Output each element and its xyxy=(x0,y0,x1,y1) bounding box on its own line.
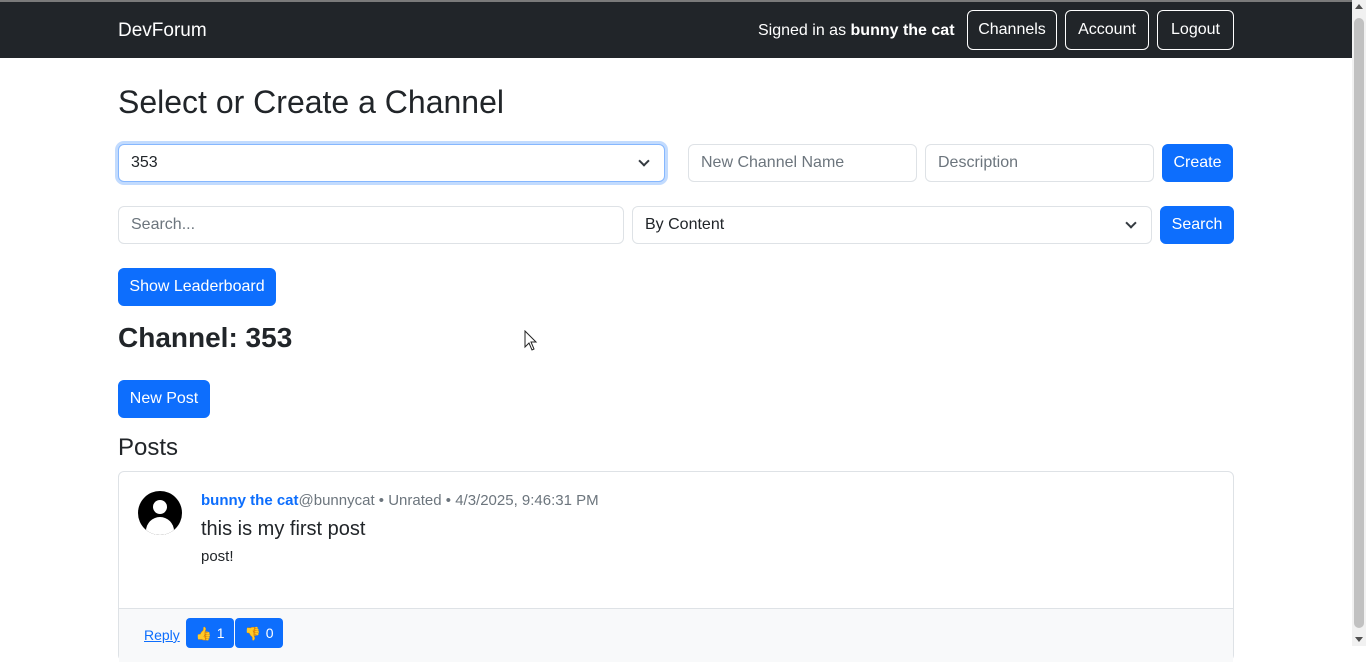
post-card: bunny the cat@bunnycat • Unrated • 4/3/2… xyxy=(118,471,1234,662)
post-body: post! xyxy=(201,548,234,565)
search-mode-value: By Content xyxy=(645,216,725,233)
page-scrollbar[interactable] xyxy=(1352,0,1366,646)
logout-button[interactable]: Logout xyxy=(1157,10,1234,50)
search-mode-select[interactable]: By Content xyxy=(632,206,1152,244)
new-channel-name-input[interactable] xyxy=(688,144,917,182)
user-circle-icon xyxy=(138,491,182,535)
post-title: this is my first post xyxy=(201,518,366,540)
dislike-button[interactable]: 👎 0 xyxy=(235,618,283,648)
account-button[interactable]: Account xyxy=(1065,10,1149,50)
signed-in-status: Signed in as bunny the cat xyxy=(758,22,955,40)
posts-heading: Posts xyxy=(118,434,179,461)
reply-link[interactable]: Reply xyxy=(144,627,180,643)
post-rating: Unrated xyxy=(388,492,442,509)
signed-in-prefix: Signed in as xyxy=(758,22,851,39)
post-timestamp: 4/3/2025, 9:46:31 PM xyxy=(455,492,599,509)
post-meta: bunny the cat@bunnycat • Unrated • 4/3/2… xyxy=(201,492,599,509)
navbar: DevForum Signed in as bunny the cat Chan… xyxy=(0,0,1352,58)
dislike-count: 0 xyxy=(265,625,274,641)
channel-heading: Channel: 353 xyxy=(118,322,293,353)
show-leaderboard-button[interactable]: Show Leaderboard xyxy=(118,268,276,306)
signed-in-username: bunny the cat xyxy=(850,22,955,39)
search-button[interactable]: Search xyxy=(1160,206,1234,244)
scroll-thumb[interactable] xyxy=(1354,18,1364,628)
channel-description-input[interactable] xyxy=(925,144,1154,182)
chevron-down-icon xyxy=(638,155,650,167)
page-title: Select or Create a Channel xyxy=(118,84,504,120)
like-count: 1 xyxy=(216,625,225,641)
search-input[interactable] xyxy=(118,206,624,244)
scroll-down-icon[interactable] xyxy=(1355,637,1363,642)
channel-select[interactable]: 353 xyxy=(118,144,665,182)
new-post-button[interactable]: New Post xyxy=(118,380,210,418)
scroll-up-icon[interactable] xyxy=(1355,4,1363,9)
brand-logo[interactable]: DevForum xyxy=(118,20,207,42)
mouse-cursor-icon xyxy=(524,330,538,351)
channel-select-value: 353 xyxy=(131,154,158,171)
thumbs-down-icon: 👎 xyxy=(244,626,261,641)
like-button[interactable]: 👍 1 xyxy=(186,618,234,648)
post-author-link[interactable]: bunny the cat xyxy=(201,492,299,509)
post-handle: @bunnycat xyxy=(298,492,375,509)
chevron-down-icon xyxy=(1125,217,1137,229)
create-channel-button[interactable]: Create xyxy=(1162,144,1233,182)
thumbs-up-icon: 👍 xyxy=(195,626,212,641)
channels-button[interactable]: Channels xyxy=(967,10,1057,50)
post-footer: Reply 👍 1 👎 0 xyxy=(119,608,1233,662)
